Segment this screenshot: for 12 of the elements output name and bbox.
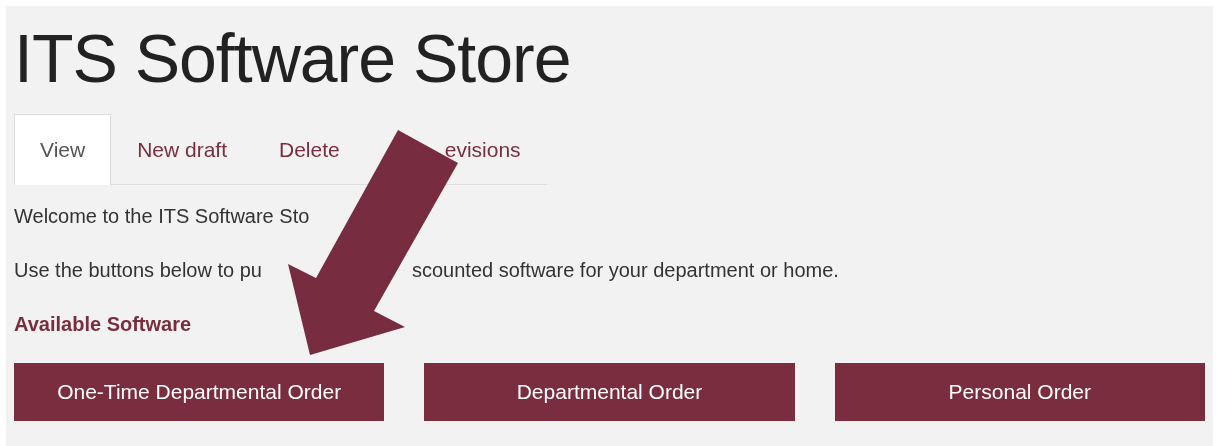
page-title: ITS Software Store: [14, 19, 572, 92]
section-heading: Available Software: [14, 312, 192, 335]
tab[interactable]: evisions: [365, 114, 547, 185]
tab[interactable]: Delete: [253, 114, 366, 185]
tab[interactable]: New draft: [111, 114, 253, 185]
instruction-text: Use the buttons below to pu: [14, 257, 262, 283]
order-button[interactable]: Personal Order: [834, 362, 1205, 421]
order-button[interactable]: Departmental Order: [424, 362, 795, 421]
order-button[interactable]: One-Time Departmental Order: [14, 362, 385, 421]
tab[interactable]: View: [14, 114, 112, 185]
instruction-text: scounted software for your department or home.: [411, 257, 839, 283]
welcome-text: Welcome to the ITS Software Sto: [14, 204, 310, 227]
